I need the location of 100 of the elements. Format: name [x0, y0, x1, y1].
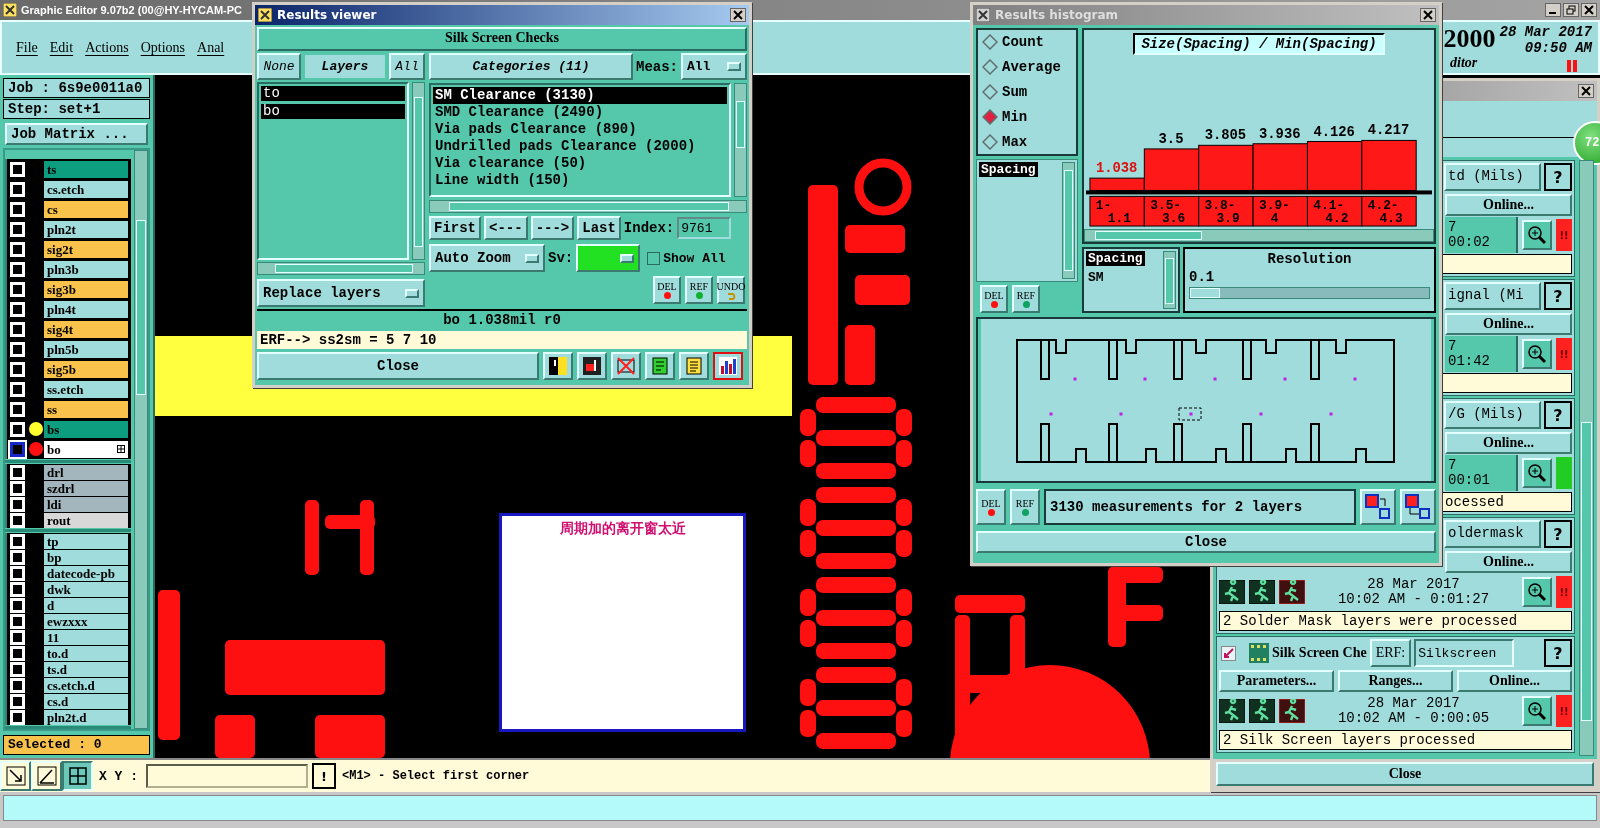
runner-icon[interactable] [1249, 699, 1275, 723]
action-button[interactable]: DEL [980, 285, 1008, 313]
help-button[interactable]: ? [1544, 282, 1572, 310]
layer-checkbox[interactable] [10, 441, 25, 457]
close-button[interactable]: Close [976, 531, 1436, 553]
action-button[interactable]: DEL [653, 276, 681, 304]
check-option-button[interactable]: Ranges... [1338, 670, 1453, 692]
layer-item[interactable]: ts.d [5, 661, 131, 677]
coordinate-field[interactable] [146, 764, 308, 788]
runner-icon[interactable] [1249, 580, 1275, 604]
runner-icon[interactable] [1219, 699, 1245, 723]
measure-tool-button[interactable] [31, 761, 62, 791]
runner-icon[interactable] [1219, 580, 1245, 604]
list-item[interactable]: Spacing [1086, 251, 1145, 266]
check-option-button[interactable]: Online... [1457, 670, 1572, 692]
layer-item[interactable]: bs [5, 419, 131, 439]
layer-item[interactable]: ewzxxx [5, 613, 131, 629]
erf-field[interactable]: Silkscreen [1414, 639, 1515, 667]
close-button[interactable]: Close [257, 352, 539, 380]
action-button[interactable]: REF [685, 276, 713, 304]
import-button[interactable] [1400, 489, 1436, 525]
scrollbar[interactable] [257, 262, 425, 275]
alert-button[interactable]: ! [312, 763, 336, 789]
layer-item[interactable]: cs.d [5, 693, 131, 709]
scrollbar[interactable] [1062, 162, 1075, 279]
layer-item[interactable]: cs.etch [5, 179, 131, 199]
list-item[interactable]: to [261, 86, 405, 101]
layer-item[interactable]: sig4t [5, 319, 131, 339]
mode-radio[interactable]: Min [982, 109, 1072, 125]
layer-item[interactable]: szdrl [5, 480, 131, 496]
mode-radio[interactable]: Sum [982, 84, 1072, 100]
close-icon[interactable] [1581, 3, 1597, 17]
layer-item[interactable]: rout [5, 512, 131, 528]
note-button[interactable] [679, 352, 709, 380]
layer-item[interactable]: ss.etch [5, 379, 131, 399]
layer-item[interactable]: tp [5, 533, 131, 549]
layers-header[interactable]: Layers [303, 53, 387, 80]
layer-item[interactable]: ss [5, 399, 131, 419]
navigation-button[interactable]: Last [577, 216, 621, 240]
layer-item[interactable]: cs.etch.d [5, 677, 131, 693]
zoom-mode-dropdown[interactable]: Auto Zoom [429, 244, 545, 272]
slider-thumb[interactable] [1190, 288, 1221, 298]
meas-dropdown[interactable]: All [681, 53, 747, 80]
grid-tool-button[interactable] [62, 761, 93, 791]
action-button[interactable]: DEL [976, 489, 1006, 525]
action-button[interactable]: REF [1010, 489, 1040, 525]
scrollbar[interactable] [1163, 251, 1176, 309]
zoom-button[interactable] [1522, 577, 1552, 607]
layer-item[interactable]: pln3b [5, 259, 131, 279]
menu-item[interactable]: Anal [191, 39, 231, 56]
layer-item[interactable]: sig5b [5, 359, 131, 379]
menu-item[interactable]: Edit [43, 39, 80, 56]
erf-button[interactable]: ERF: [1369, 639, 1412, 667]
scrollbar[interactable] [1084, 229, 1434, 242]
list-item[interactable]: Undrilled pads Clearance (2000) [433, 138, 727, 155]
histogram-button[interactable] [713, 352, 743, 380]
close-icon[interactable] [730, 8, 746, 22]
list-item[interactable]: SM Clearance (3130) [433, 87, 727, 104]
navigation-button[interactable]: First [429, 216, 481, 240]
list-item[interactable]: bo [261, 104, 405, 119]
layer-item[interactable]: pln2t [5, 219, 131, 239]
runner-icon[interactable] [1279, 699, 1305, 723]
delete-reference-button[interactable] [611, 352, 641, 380]
marker-button[interactable] [577, 352, 607, 380]
list-item[interactable]: Line width (150) [433, 172, 727, 189]
list-item[interactable]: Via pads Clearance (890) [433, 121, 727, 138]
check-option-button[interactable]: Parameters... [1219, 670, 1334, 692]
help-button[interactable]: ? [1544, 163, 1572, 191]
layer-item[interactable]: bp [5, 549, 131, 565]
layer-item[interactable]: d [5, 597, 131, 613]
page-button[interactable] [645, 352, 675, 380]
layer-item[interactable]: pln2t.d [5, 709, 131, 725]
help-button[interactable]: ? [1544, 520, 1572, 548]
layer-item[interactable]: sig3b [5, 279, 131, 299]
show-all-checkbox[interactable] [647, 251, 661, 265]
mode-radio[interactable]: Max [982, 134, 1072, 150]
resolution-slider[interactable] [1189, 287, 1430, 299]
layer-mode-dropdown[interactable]: Replace layers [257, 279, 425, 307]
scrollbar[interactable] [134, 150, 148, 729]
layer-item[interactable]: drl [5, 464, 131, 480]
list-item[interactable]: SMD Clearance (2490) [433, 104, 727, 121]
layer-item[interactable]: pln4t [5, 299, 131, 319]
check-option-button[interactable]: Online... [1445, 313, 1572, 335]
check-option-button[interactable]: Online... [1445, 194, 1572, 216]
layer-item[interactable]: to.d [5, 645, 131, 661]
check-option-button[interactable]: Online... [1445, 551, 1572, 573]
check-option-button[interactable]: Online... [1445, 432, 1572, 454]
list-item[interactable]: Via clearance (50) [433, 155, 727, 172]
navigation-button[interactable]: <--- [484, 216, 528, 240]
action-button[interactable]: REF [1012, 285, 1040, 313]
layer-item[interactable]: sig2t [5, 239, 131, 259]
navigation-button[interactable]: ---> [530, 216, 575, 240]
job-matrix-button[interactable]: Job Matrix ... [5, 123, 148, 145]
layer-item[interactable]: datecode-pb [5, 565, 131, 581]
index-field[interactable]: 9761 [677, 217, 732, 239]
layer-item[interactable]: dwk [5, 581, 131, 597]
zoom-button[interactable] [1522, 696, 1552, 726]
mode-radio[interactable]: Count [982, 34, 1072, 50]
layer-item[interactable]: ldi [5, 496, 131, 512]
scrollbar[interactable] [412, 82, 425, 260]
